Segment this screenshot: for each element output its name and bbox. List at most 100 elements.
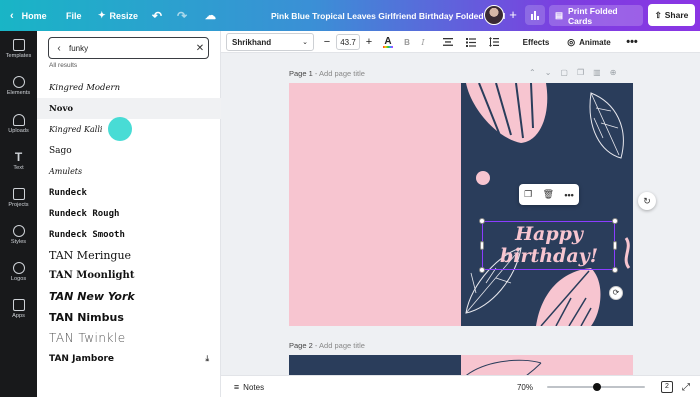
font-item-tan-meringue[interactable]: TAN Meringue: [37, 245, 221, 266]
resize-handle-br[interactable]: [612, 267, 618, 273]
clear-search-icon[interactable]: ✕: [192, 43, 208, 54]
uploads-icon: [12, 114, 25, 126]
font-search-input[interactable]: funky: [69, 44, 192, 53]
bold-icon: B: [404, 37, 410, 47]
redo-button[interactable]: ↷: [177, 0, 187, 31]
animate-button[interactable]: ◎ Animate: [565, 31, 613, 53]
add-page-icon[interactable]: ⊕: [610, 68, 626, 77]
card-page-2[interactable]: [289, 355, 633, 375]
resize-handle-tl[interactable]: [479, 218, 485, 224]
font-item-tan-moonlight[interactable]: TAN Moonlight: [37, 265, 221, 286]
font-family-select[interactable]: Shrikhand ⌄: [226, 33, 314, 51]
redo-icon: ↷: [177, 8, 188, 23]
download-icon[interactable]: ⤓: [205, 354, 209, 364]
nav-apps[interactable]: Apps: [0, 295, 37, 329]
font-item-kingred-modern[interactable]: Kingred Modern: [37, 77, 221, 98]
font-size-input[interactable]: 43.7: [336, 34, 360, 50]
back-arrow-icon[interactable]: ‹: [49, 43, 69, 54]
print-folded-cards-button[interactable]: ▤ Print Folded Cards: [549, 5, 643, 26]
avatar[interactable]: [484, 5, 504, 25]
trash-icon[interactable]: ▥: [593, 68, 610, 77]
spacing-button[interactable]: [487, 31, 501, 53]
notes-button[interactable]: ≡ Notes: [229, 376, 269, 397]
align-button[interactable]: [441, 31, 455, 53]
card2-right-panel: [461, 355, 633, 375]
italic-icon: I: [421, 37, 425, 47]
lock-icon[interactable]: ▢: [560, 68, 577, 77]
nav-styles[interactable]: Styles: [0, 221, 37, 255]
cursor-indicator: [108, 117, 132, 141]
resize-button[interactable]: ✦ Resize: [98, 0, 138, 31]
nav-templates[interactable]: Templates: [0, 35, 37, 69]
templates-icon: [12, 39, 25, 51]
font-item-tan-jambore[interactable]: TAN Jambore ⤓: [37, 348, 221, 369]
element-context-menu: ❐ 🗑 •••: [519, 184, 579, 205]
effects-button[interactable]: Effects: [519, 31, 553, 53]
bar-chart-icon: [531, 11, 539, 20]
increase-font-size-button[interactable]: +: [362, 31, 376, 53]
insights-button[interactable]: [525, 5, 545, 25]
resize-handle-left[interactable]: [480, 241, 484, 250]
print-icon: ▤: [555, 10, 564, 20]
nav-projects[interactable]: Projects: [0, 184, 37, 218]
leaf-outline-illustration: [466, 359, 542, 375]
apps-icon: [12, 299, 25, 311]
font-item-novo[interactable]: Novo: [37, 98, 221, 119]
font-item-sago[interactable]: Sago: [37, 140, 221, 161]
color-swatch-bar: [383, 45, 393, 48]
resize-handle-tr[interactable]: [612, 218, 618, 224]
plus-icon: +: [509, 7, 517, 22]
font-item-tan-new-york[interactable]: TAN New York: [37, 286, 221, 307]
font-item-tan-nimbus[interactable]: TAN Nimbus: [37, 307, 221, 328]
undo-icon: ↶: [152, 8, 163, 23]
text-color-button[interactable]: A: [381, 31, 395, 53]
more-icon[interactable]: •••: [564, 190, 573, 200]
resize-handle-right[interactable]: [613, 241, 617, 250]
text-color-icon: A: [384, 35, 392, 47]
page1-controls[interactable]: ⌃⌄▢❐▥⊕: [529, 68, 625, 77]
editor-toolbar: Shrikhand ⌄ − 43.7 + A B I Effects ◎ Ani…: [221, 31, 700, 53]
card-page-1[interactable]: Happy birthday! ❐ 🗑 ••• ⟳: [289, 83, 633, 326]
nav-text[interactable]: T Text: [0, 147, 37, 181]
font-item-rundeck-rough[interactable]: Rundeck Rough: [37, 203, 221, 224]
italic-button[interactable]: I: [416, 31, 430, 53]
document-title[interactable]: Pink Blue Tropical Leaves Girlfriend Bir…: [271, 0, 505, 31]
add-collaborator-button[interactable]: +: [505, 7, 521, 23]
page2-title[interactable]: Page 2 - Add page title: [289, 341, 365, 350]
duplicate-icon[interactable]: ❐: [577, 68, 593, 77]
font-item-tan-twinkle[interactable]: TAN Twinkle: [37, 327, 221, 348]
font-item-rundeck-smooth[interactable]: Rundeck Smooth: [37, 224, 221, 245]
cloud-save-button[interactable]: ☁: [205, 0, 216, 31]
trash-icon[interactable]: 🗑: [543, 189, 554, 200]
page-count-button[interactable]: 2: [661, 381, 673, 393]
resize-icon: ✦: [98, 10, 106, 20]
duplicate-icon[interactable]: ❐: [524, 189, 532, 200]
chevron-up-icon[interactable]: ⌃: [529, 68, 545, 77]
resize-handle-bl[interactable]: [479, 267, 485, 273]
zoom-slider-thumb[interactable]: [593, 383, 601, 391]
undo-button[interactable]: ↶: [152, 0, 162, 31]
page1-title[interactable]: Page 1 - Add page title: [289, 69, 365, 78]
font-search-box[interactable]: ‹ funky ✕: [48, 37, 209, 59]
nav-elements[interactable]: Elements: [0, 72, 37, 106]
regenerate-button[interactable]: ↻: [638, 192, 656, 210]
zoom-level[interactable]: 70%: [514, 376, 536, 397]
home-button[interactable]: ‹ Home: [10, 0, 47, 31]
nav-logos[interactable]: Logos: [0, 258, 37, 292]
font-item-rundeck[interactable]: Rundeck: [37, 182, 221, 203]
more-options-button[interactable]: •••: [623, 31, 641, 53]
bold-button[interactable]: B: [400, 31, 414, 53]
font-item-amulets[interactable]: Amulets: [37, 161, 221, 182]
decrease-font-size-button[interactable]: −: [320, 31, 334, 53]
share-button[interactable]: ⇧ Share: [648, 4, 695, 26]
chevron-down-icon[interactable]: ⌄: [545, 68, 561, 77]
chevron-down-icon: ⌄: [302, 39, 308, 46]
rotate-handle[interactable]: ⟳: [609, 286, 623, 300]
results-heading: All results: [49, 62, 78, 69]
bottom-bar: ≡ Notes 70% 2 ⤢: [221, 375, 700, 397]
fullscreen-button[interactable]: ⤢: [679, 376, 693, 397]
file-menu[interactable]: File: [66, 0, 82, 31]
list-button[interactable]: [464, 31, 478, 53]
nav-uploads[interactable]: Uploads: [0, 110, 37, 144]
top-bar: ‹ Home File ✦ Resize ↶ ↷ ☁ Pink Blue Tro…: [0, 0, 700, 31]
